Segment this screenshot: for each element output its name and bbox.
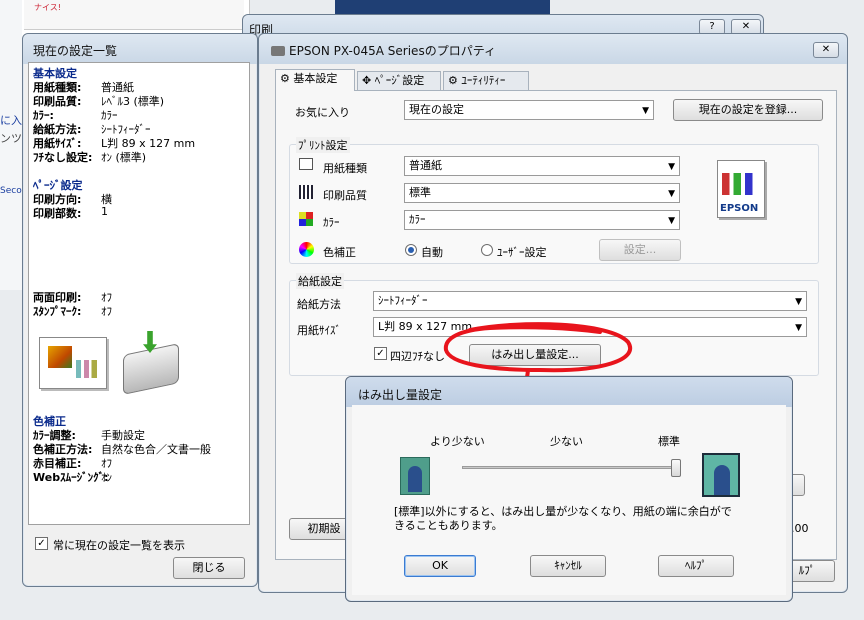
photo-thumbnail <box>48 346 72 368</box>
background-fragment: Seco <box>0 186 22 196</box>
background-fragment: ナイス! <box>34 3 61 12</box>
favorites-label: お気に入り <box>295 106 350 119</box>
radio-user-label: ﾕｰｻﾞｰ設定 <box>497 246 547 259</box>
chevron-down-icon: ▼ <box>668 189 675 199</box>
help-button[interactable]: ﾍﾙﾌﾟ <box>658 555 734 577</box>
chevron-down-icon: ▼ <box>668 162 675 172</box>
epson-logo: EPSON <box>720 203 759 214</box>
tab-basic[interactable]: ⚙ 基本設定 <box>275 69 355 91</box>
paper-preview-image <box>39 337 107 389</box>
standard-label: 標準 <box>658 435 680 448</box>
close-button[interactable]: ✕ <box>813 42 839 58</box>
setting-value: ｵﾝ (標準) <box>101 151 147 164</box>
radio-auto-label: 自動 <box>421 246 443 259</box>
radio-user[interactable] <box>481 244 493 256</box>
setting-value: 自然な色合／文書一般 <box>101 443 211 456</box>
paper-type-icon <box>299 158 313 170</box>
chevron-down-icon: ▼ <box>668 216 675 226</box>
overflow-dialog: はみ出し量設定 より少ない 少ない 標準 [標準]以外にすると、はみ出し量が少な… <box>345 376 793 602</box>
always-show-label: 常に現在の設定一覧を表示 <box>53 539 185 552</box>
quality-label: 印刷品質 <box>323 189 367 202</box>
overflow-dialog-title: はみ出し量設定 <box>358 388 443 402</box>
printer-icon <box>271 46 285 56</box>
chevron-down-icon: ▼ <box>642 106 649 116</box>
borderless-checkbox[interactable]: ✓ <box>374 347 387 360</box>
color-icon <box>299 212 313 226</box>
paper-type-label: 用紙種類 <box>323 162 367 175</box>
chevron-down-icon: ▼ <box>795 297 802 307</box>
gear-icon: ⚙ <box>280 72 294 85</box>
color-label: ｶﾗｰ <box>323 216 340 229</box>
feed-method-select[interactable]: ｼｰﾄﾌｨｰﾀﾞｰ ▼ <box>373 291 807 311</box>
color-correction-label: 色補正 <box>323 246 356 259</box>
person-icon <box>714 465 730 495</box>
current-settings-title: 現在の設定一覧 <box>33 44 118 58</box>
color-select[interactable]: ｶﾗｰ ▼ <box>404 210 680 230</box>
few-label: 少ない <box>550 435 583 448</box>
color-wheel-icon <box>299 242 314 257</box>
red-ellipse-mark <box>443 322 632 373</box>
cancel-button[interactable]: ｷｬﾝｾﾙ <box>530 555 606 577</box>
paper-type-select[interactable]: 普通紙 ▼ <box>404 156 680 176</box>
print-settings-group-label: ﾌﾟﾘﾝﾄ設定 <box>296 137 350 153</box>
close-settings-button[interactable]: 閉じる <box>173 557 245 579</box>
radio-auto[interactable] <box>405 244 417 256</box>
less-overflow-image <box>400 457 430 495</box>
color-settings-button[interactable]: 設定... <box>599 239 681 261</box>
chevron-down-icon: ▼ <box>795 323 802 333</box>
setting-value: ｵﾝ <box>101 471 112 484</box>
chart-thumbnail <box>76 360 102 378</box>
setting-value: ｵﾌ <box>101 305 112 318</box>
page-icon: ✥ <box>362 74 375 87</box>
properties-title: EPSON PX-045A Seriesのプロパティ <box>289 44 496 58</box>
settings-list-panel: 基本設定 用紙種類: 普通紙 印刷品質: ﾚﾍﾞﾙ3 (標準) ｶﾗｰ: ｶﾗｰ 給紙方法:… <box>28 62 250 525</box>
chart-thumbnail <box>722 173 760 195</box>
slider-track <box>462 466 676 469</box>
utility-icon: ⚙ <box>448 74 462 87</box>
less-label: より少ない <box>430 435 485 448</box>
feed-method-label: 給紙方法 <box>297 298 341 311</box>
background-fragment: ンツ <box>0 132 22 145</box>
background-fragment: に入 <box>0 114 22 127</box>
setting-label: ｽﾀﾝﾌﾟﾏｰｸ: <box>33 305 82 318</box>
current-settings-window: 現在の設定一覧 基本設定 用紙種類: 普通紙 印刷品質: ﾚﾍﾞﾙ3 (標準) ｶﾗｰ:… <box>22 33 258 587</box>
epson-printer-image: EPSON <box>717 160 765 218</box>
setting-label: ﾌﾁなし設定: <box>33 151 93 164</box>
favorites-select[interactable]: 現在の設定 ▼ <box>404 100 654 120</box>
standard-overflow-image <box>702 453 740 497</box>
setting-value: 1 <box>101 205 108 218</box>
setting-label: 印刷部数: <box>33 207 82 220</box>
always-show-checkbox[interactable]: ✓ <box>35 537 48 550</box>
slider-thumb[interactable] <box>671 459 681 477</box>
quality-select[interactable]: 標準 ▼ <box>404 183 680 203</box>
person-icon <box>408 466 422 492</box>
version-fragment: .00 <box>791 522 809 535</box>
overflow-slider[interactable] <box>462 459 681 477</box>
feed-settings-group-label: 給紙設定 <box>296 273 344 289</box>
setting-label: Webｽﾑｰｼﾞﾝｸﾞ: <box>33 471 109 484</box>
register-settings-button[interactable]: 現在の設定を登録... <box>673 99 823 121</box>
tab-utility[interactable]: ⚙ ﾕｰﾃｨﾘﾃｨｰ <box>443 71 529 91</box>
tab-page[interactable]: ✥ ﾍﾟｰｼﾞ設定 <box>357 71 441 91</box>
background-tab: ナイス! <box>24 0 244 30</box>
ok-button[interactable]: OK <box>404 555 476 577</box>
quality-icon <box>299 185 313 199</box>
overflow-note: [標準]以外にすると、はみ出し量が少なくなり、用紙の端に余白がで きることもあり… <box>394 505 732 532</box>
paper-size-label: 用紙ｻｲｽﾞ <box>297 324 341 337</box>
